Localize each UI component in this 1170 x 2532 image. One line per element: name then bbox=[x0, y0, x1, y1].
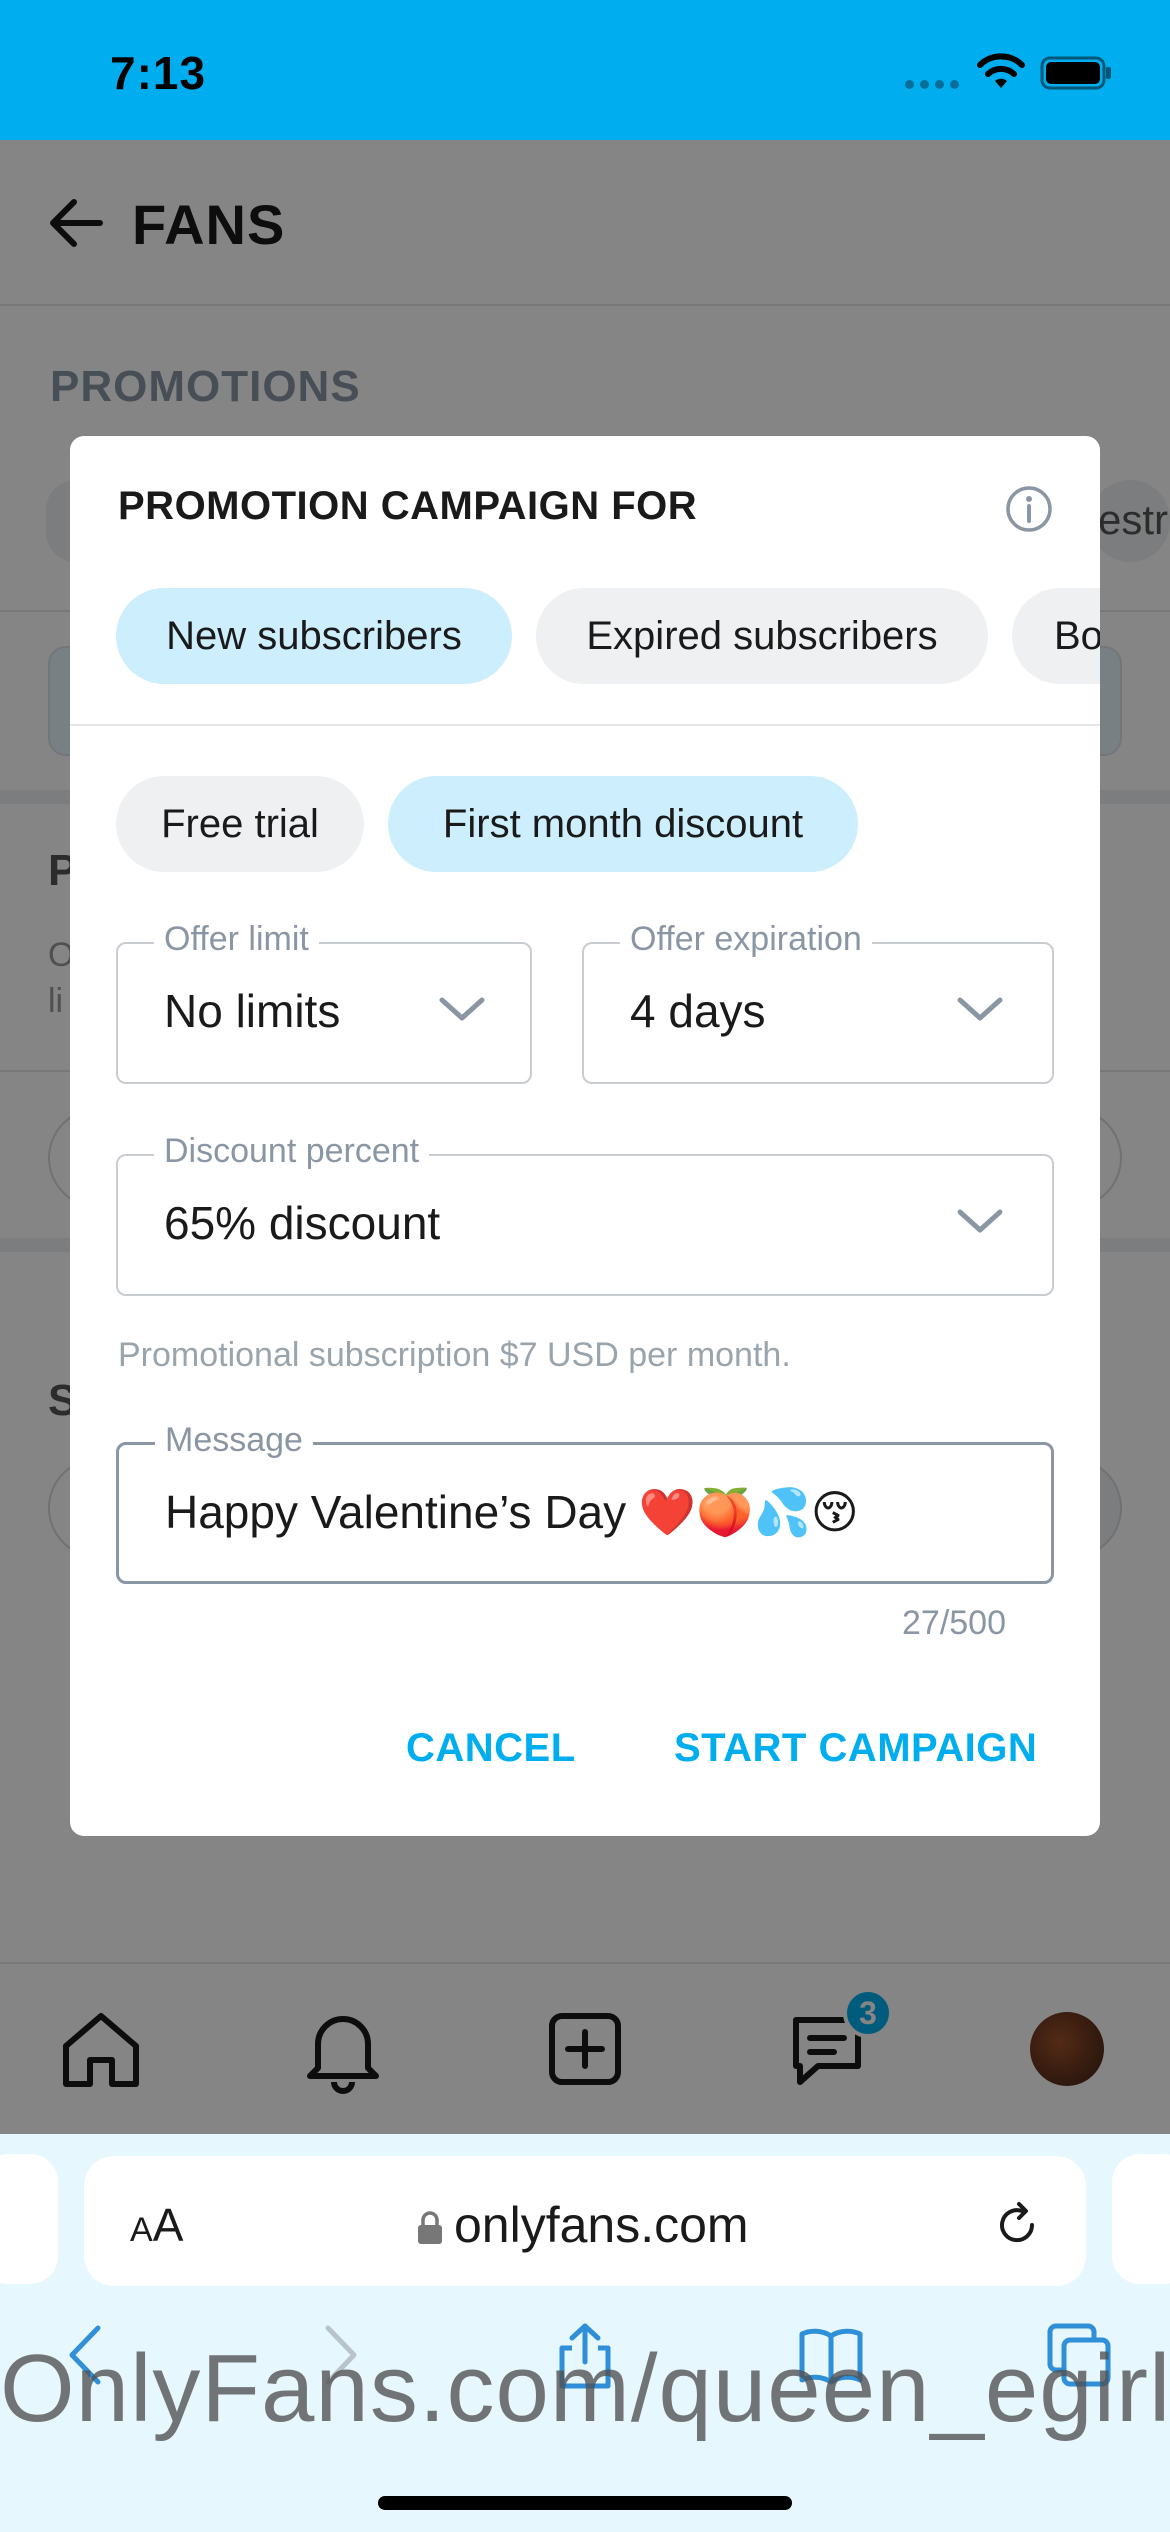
offer-expiration-value: 4 days bbox=[630, 985, 766, 1037]
wifi-icon bbox=[977, 53, 1025, 88]
lock-icon bbox=[418, 2211, 442, 2244]
home-indicator[interactable] bbox=[378, 2496, 792, 2510]
info-icon[interactable] bbox=[1004, 484, 1054, 534]
url-text: onlyfans.com bbox=[454, 2197, 749, 2253]
browser-toolbar: AA onlyfans.com OnlyFans.com/queen_egirl… bbox=[0, 2134, 1170, 2532]
address-bar[interactable]: AA onlyfans.com bbox=[84, 2156, 1086, 2286]
cancel-button[interactable]: CANCEL bbox=[406, 1726, 576, 1771]
message-input[interactable]: Message Happy Valentine’s Day ❤️🍑💦😚 bbox=[116, 1421, 1054, 1584]
chip-new-subscribers[interactable]: New subscribers bbox=[116, 588, 512, 684]
discount-percent-select[interactable]: Discount percent 65% discount bbox=[116, 1132, 1054, 1296]
modal-title: PROMOTION CAMPAIGN FOR bbox=[118, 484, 698, 528]
message-value: Happy Valentine’s Day ❤️🍑💦😚 bbox=[165, 1486, 859, 1538]
discount-percent-label: Discount percent bbox=[154, 1132, 430, 1171]
adjacent-tab-peek[interactable] bbox=[0, 2154, 58, 2284]
promo-helper-text: Promotional subscription $7 USD per mont… bbox=[118, 1336, 791, 1374]
status-time: 7:13 bbox=[110, 47, 207, 99]
cellular-signal-icon bbox=[905, 80, 959, 89]
chevron-down-icon bbox=[957, 997, 1003, 1021]
chip-expired-subscribers[interactable]: Expired subscribers bbox=[536, 588, 988, 684]
offer-limit-label: Offer limit bbox=[154, 920, 319, 959]
battery-icon bbox=[1040, 56, 1111, 90]
reload-icon[interactable] bbox=[992, 2200, 1042, 2250]
adjacent-tab-peek[interactable] bbox=[1112, 2154, 1170, 2284]
text-size-button[interactable]: AA bbox=[130, 2198, 183, 2252]
message-label: Message bbox=[155, 1421, 313, 1460]
offer-expiration-select[interactable]: Offer expiration 4 days bbox=[582, 920, 1054, 1084]
message-char-counter: 27/500 bbox=[902, 1604, 1006, 1642]
chevron-down-icon bbox=[957, 1209, 1003, 1233]
chevron-down-icon bbox=[439, 997, 485, 1021]
discount-percent-value: 65% discount bbox=[164, 1197, 441, 1249]
promotion-campaign-modal: PROMOTION CAMPAIGN FOR New subscribers E… bbox=[70, 436, 1100, 1836]
divider bbox=[70, 724, 1100, 726]
status-bar: 7:13 bbox=[0, 0, 1170, 140]
offer-limit-value: No limits bbox=[164, 985, 341, 1037]
offer-expiration-label: Offer expiration bbox=[620, 920, 872, 959]
start-campaign-button[interactable]: START CAMPAIGN bbox=[674, 1726, 1037, 1771]
chip-free-trial[interactable]: Free trial bbox=[116, 776, 364, 872]
watermark: OnlyFans.com/queen_egirl2 bbox=[0, 2335, 1170, 2442]
offer-limit-select[interactable]: Offer limit No limits bbox=[116, 920, 532, 1084]
chip-bo[interactable]: Bo bbox=[1012, 588, 1100, 684]
chip-first-month-discount[interactable]: First month discount bbox=[388, 776, 858, 872]
